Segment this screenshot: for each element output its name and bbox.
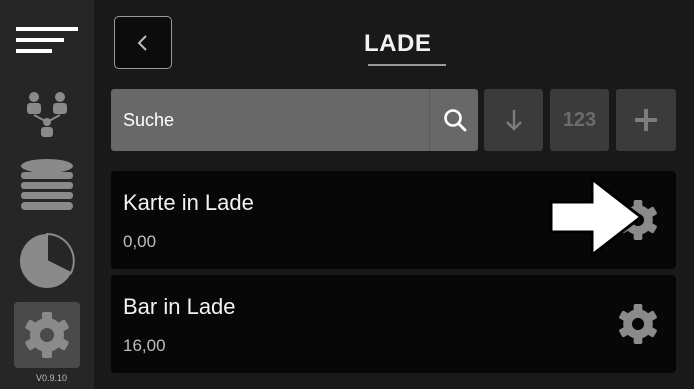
- add-button[interactable]: [616, 89, 676, 151]
- list-item-value: 16,00: [123, 336, 166, 355]
- page-title: LADE: [364, 30, 432, 57]
- sidebar-item-cash[interactable]: [14, 153, 80, 219]
- search-button[interactable]: [429, 89, 480, 151]
- sidebar-item-statistics[interactable]: [14, 228, 80, 294]
- arrow-down-icon: [505, 110, 522, 131]
- sidebar-item-users[interactable]: [14, 80, 80, 146]
- coin-stack-icon: [21, 159, 73, 210]
- menu-icon: [16, 27, 78, 53]
- title-underline: [368, 64, 446, 66]
- gear-icon[interactable]: [618, 304, 658, 344]
- sidebar-item-settings[interactable]: [14, 302, 80, 368]
- list-item-label: Karte in Lade: [123, 190, 254, 215]
- pointer-arrow-icon: [549, 176, 644, 258]
- sort-button[interactable]: [484, 89, 543, 151]
- search-input[interactable]: [111, 89, 411, 151]
- numeric-sort-button[interactable]: 123: [550, 89, 609, 151]
- list-item-label: Bar in Lade: [123, 294, 236, 319]
- list-item-value: 0,00: [123, 232, 157, 251]
- chevron-left-icon: [137, 34, 147, 51]
- back-button[interactable]: [114, 16, 172, 69]
- search-icon: [444, 109, 467, 132]
- plus-icon: [635, 109, 657, 131]
- sidebar: V0.9.10: [0, 0, 94, 389]
- search-bar: [111, 89, 478, 151]
- version-label: V0.9.10: [36, 373, 68, 383]
- list-item[interactable]: Bar in Lade 16,00: [111, 275, 676, 373]
- gear-icon: [25, 312, 69, 358]
- sidebar-menu-button[interactable]: [14, 8, 80, 74]
- pie-chart-icon: [20, 232, 75, 288]
- users-network-icon: [27, 92, 67, 137]
